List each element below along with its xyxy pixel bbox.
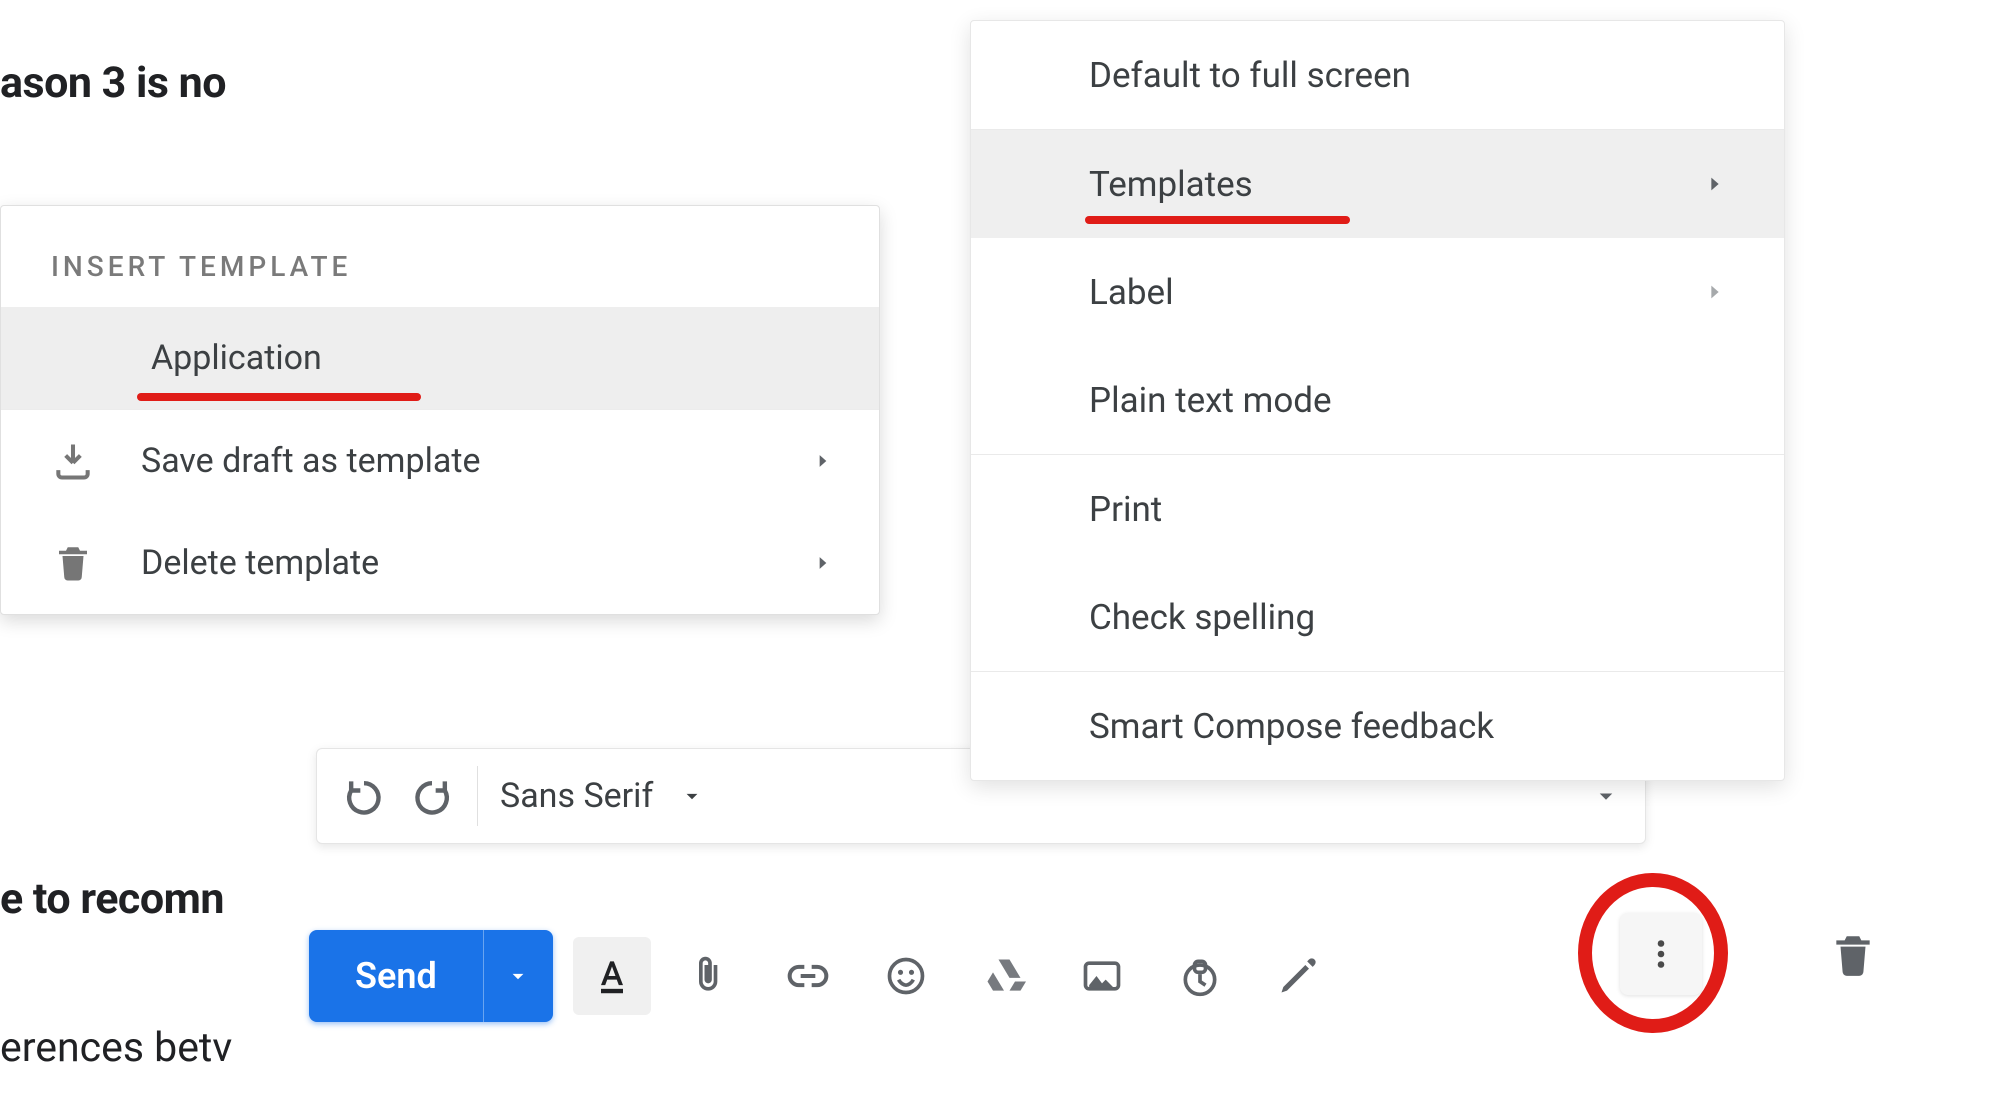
submenu-section-header: INSERT TEMPLATE (1, 206, 879, 307)
trash-icon (51, 541, 95, 585)
bg-row-1: ason 3 is no (0, 58, 226, 108)
redo-button[interactable] (409, 773, 455, 819)
menu-item-label-submenu[interactable]: Label (971, 238, 1784, 346)
more-options-menu: Default to full screen Templates Label P… (970, 20, 1785, 781)
submenu-arrow-icon (1704, 173, 1726, 195)
send-button-label: Send (309, 930, 483, 1022)
menu-item-label: Default to full screen (1089, 55, 1726, 96)
insert-link-button[interactable] (769, 937, 847, 1015)
submenu-item-label: Save draft as template (141, 441, 767, 481)
text-format-button[interactable] (573, 937, 651, 1015)
submenu-item-save-draft[interactable]: Save draft as template (1, 410, 879, 512)
bg-row-3: erences betv (0, 1024, 232, 1072)
template-item-label: Application (151, 338, 833, 378)
menu-item-label: Smart Compose feedback (1089, 706, 1726, 747)
more-options-button[interactable] (1620, 913, 1702, 995)
insert-signature-button[interactable] (1259, 937, 1337, 1015)
submenu-arrow-icon (813, 553, 833, 573)
insert-photo-button[interactable] (1063, 937, 1141, 1015)
templates-submenu: INSERT TEMPLATE Application Save draft a… (0, 205, 880, 615)
menu-item-check-spelling[interactable]: Check spelling (971, 563, 1784, 671)
attach-file-button[interactable] (671, 937, 749, 1015)
toolbar-divider (477, 766, 478, 826)
menu-item-label: Print (1089, 489, 1726, 530)
font-picker[interactable]: Sans Serif (500, 776, 705, 816)
send-more-caret[interactable] (483, 930, 553, 1022)
trash-icon (1828, 930, 1878, 980)
menu-item-label: Check spelling (1089, 597, 1726, 638)
font-name: Sans Serif (500, 776, 653, 816)
menu-item-smart-compose-feedback[interactable]: Smart Compose feedback (971, 672, 1784, 780)
menu-item-fullscreen[interactable]: Default to full screen (971, 21, 1784, 129)
bg-row-2: e to recomn (0, 874, 224, 924)
submenu-item-label: Delete template (141, 543, 767, 583)
submenu-arrow-icon (1704, 281, 1726, 303)
more-vert-icon (1643, 936, 1679, 972)
annotation-underline (137, 393, 421, 401)
menu-item-plaintext[interactable]: Plain text mode (971, 346, 1784, 454)
template-item-application[interactable]: Application (1, 307, 879, 409)
insert-drive-button[interactable] (965, 937, 1043, 1015)
menu-item-print[interactable]: Print (971, 455, 1784, 563)
submenu-arrow-icon (813, 451, 833, 471)
menu-item-label: Plain text mode (1089, 380, 1726, 421)
download-icon (51, 439, 95, 483)
annotation-underline (1085, 216, 1350, 224)
menu-item-templates[interactable]: Templates (971, 130, 1784, 238)
discard-draft-button[interactable] (1818, 920, 1888, 990)
insert-emoji-button[interactable] (867, 937, 945, 1015)
menu-item-label: Templates (1089, 164, 1704, 205)
submenu-item-delete-template[interactable]: Delete template (1, 512, 879, 614)
send-button[interactable]: Send (309, 930, 553, 1022)
undo-button[interactable] (341, 773, 387, 819)
caret-down-icon (679, 783, 705, 809)
confidential-mode-button[interactable] (1161, 937, 1239, 1015)
menu-item-label: Label (1089, 272, 1704, 313)
formatting-more-caret[interactable] (1591, 781, 1621, 811)
